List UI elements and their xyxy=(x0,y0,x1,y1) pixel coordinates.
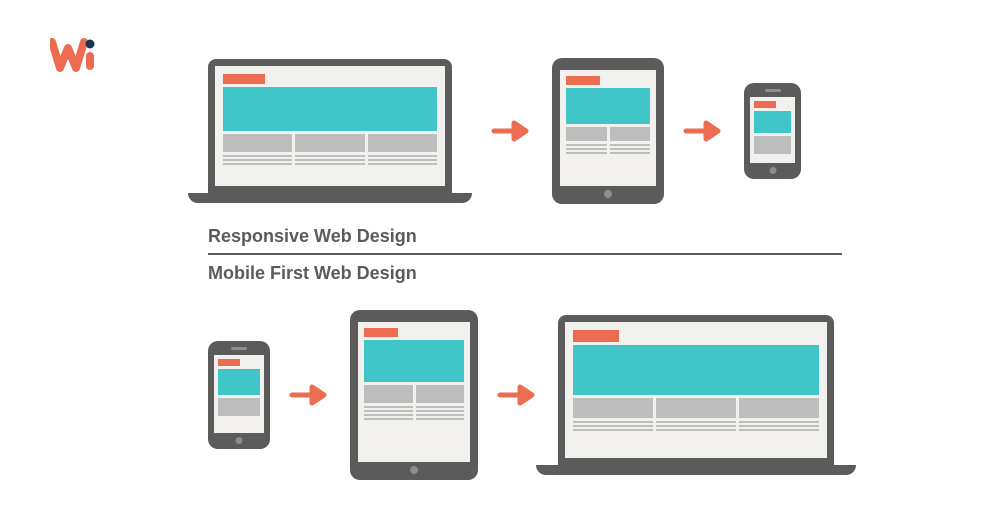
brand-logo xyxy=(50,34,102,74)
label-responsive: Responsive Web Design xyxy=(208,226,848,247)
flow-mobile-first xyxy=(208,310,848,480)
phone-device-icon xyxy=(208,341,270,449)
tablet-device-icon xyxy=(552,58,664,204)
section-divider xyxy=(208,253,842,255)
flow-responsive xyxy=(208,58,848,204)
phone-device-icon xyxy=(744,83,801,179)
laptop-device-icon xyxy=(558,315,856,475)
text-lines xyxy=(223,155,437,165)
tablet-device-icon xyxy=(350,310,478,480)
header-block xyxy=(223,74,265,84)
label-mobile-first: Mobile First Web Design xyxy=(208,263,848,284)
content-columns xyxy=(223,134,437,152)
arrow-right-icon xyxy=(496,383,540,407)
arrow-right-icon xyxy=(682,119,726,143)
laptop-device-icon xyxy=(208,59,472,203)
hero-block xyxy=(223,87,437,131)
arrow-right-icon xyxy=(490,119,534,143)
diagram: Responsive Web Design Mobile First Web D… xyxy=(208,58,848,480)
arrow-right-icon xyxy=(288,383,332,407)
